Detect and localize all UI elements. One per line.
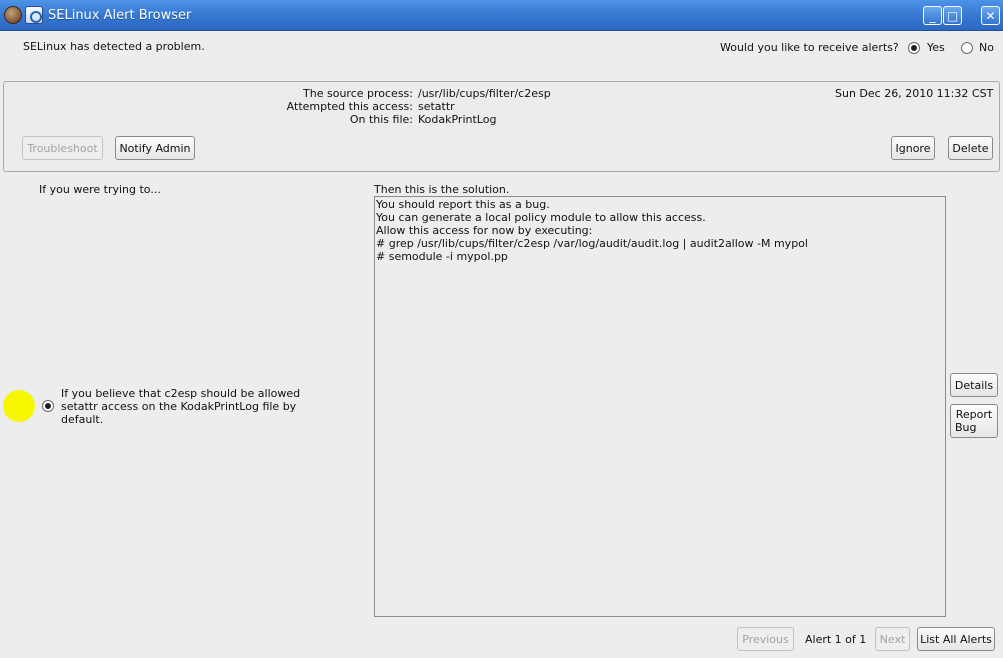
yes-radio[interactable] <box>908 42 920 54</box>
alert-counter: Alert 1 of 1 <box>805 633 867 646</box>
target-file-value: KodakPrintLog <box>418 113 497 126</box>
attempted-access-label: Attempted this access: <box>286 100 413 113</box>
solution-line: # semodule -i mypol.pp <box>376 250 508 263</box>
report-bug-label-line1: Report <box>955 408 993 421</box>
no-label: No <box>979 41 994 54</box>
target-file-label: On this file: <box>349 113 413 126</box>
trying-label: If you were trying to... <box>39 183 161 196</box>
details-button[interactable]: Details <box>950 373 998 397</box>
solution-line: Allow this access for now by executing: <box>376 224 593 237</box>
next-button[interactable]: Next <box>875 627 910 651</box>
alerts-question: Would you like to receive alerts? <box>720 41 899 54</box>
list-all-alerts-button[interactable]: List All Alerts <box>917 627 995 651</box>
window-title: SELinux Alert Browser <box>48 8 192 23</box>
report-bug-button[interactable]: Report Bug <box>950 404 998 438</box>
source-process-value: /usr/lib/cups/filter/c2esp <box>418 87 551 100</box>
solution-textarea[interactable]: You should report this as a bug. You can… <box>374 196 946 617</box>
solution-line: You can generate a local policy module t… <box>376 211 706 224</box>
app-icon[interactable] <box>4 6 22 24</box>
solution-line: You should report this as a bug. <box>376 198 550 211</box>
window-titlebar[interactable]: SELinux Alert Browser _ □ ✕ <box>0 0 1003 31</box>
plugin-reason-text: If you believe that c2esp should be allo… <box>61 387 301 426</box>
yes-label: Yes <box>927 41 945 54</box>
alert-date: Sun Dec 26, 2010 11:32 CST <box>835 87 994 100</box>
delete-button[interactable]: Delete <box>948 136 993 160</box>
cursor-highlight <box>3 390 35 422</box>
notify-admin-button[interactable]: Notify Admin <box>115 136 195 160</box>
ignore-button[interactable]: Ignore <box>891 136 935 160</box>
close-button[interactable]: ✕ <box>981 6 1000 25</box>
minimize-button[interactable]: _ <box>923 6 942 25</box>
maximize-button[interactable]: □ <box>943 6 962 25</box>
problem-detected-text: SELinux has detected a problem. <box>23 40 205 53</box>
plugin-radio[interactable] <box>42 400 54 412</box>
source-process-label: The source process: <box>303 87 413 100</box>
attempted-access-value: setattr <box>418 100 455 113</box>
no-radio[interactable] <box>961 42 973 54</box>
report-bug-label-line2: Bug <box>955 421 977 434</box>
solution-label: Then this is the solution. <box>374 183 510 196</box>
solution-line: # grep /usr/lib/cups/filter/c2esp /var/l… <box>376 237 808 250</box>
previous-button[interactable]: Previous <box>737 627 794 651</box>
troubleshoot-button[interactable]: Troubleshoot <box>22 136 103 160</box>
window-menu-icon[interactable] <box>25 6 43 24</box>
